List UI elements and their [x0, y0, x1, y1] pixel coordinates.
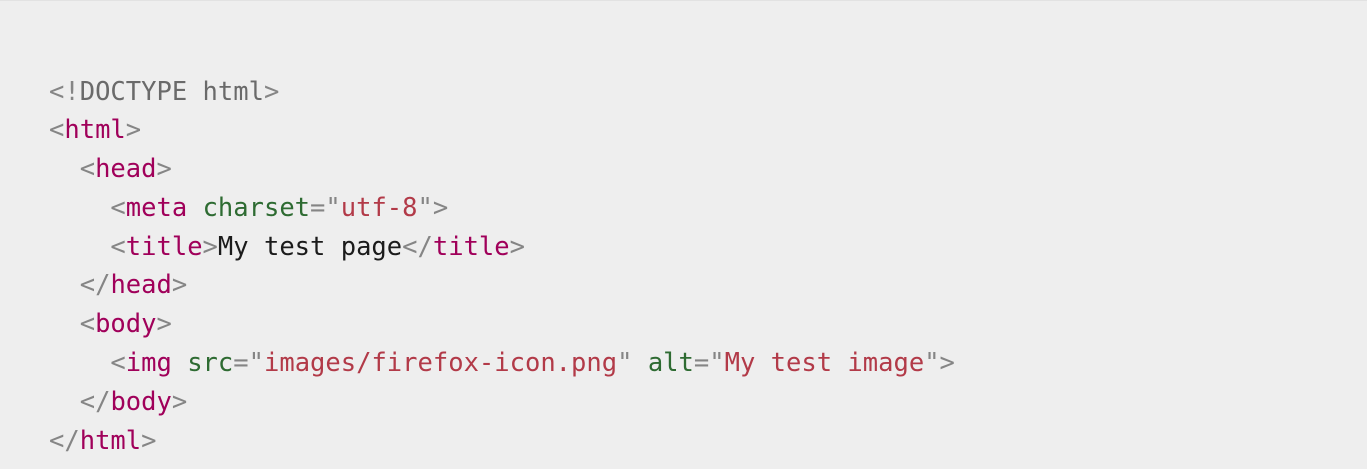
code-token-punct: < — [110, 192, 126, 223]
code-token-punct: > — [263, 76, 280, 107]
code-token-punct: < — [110, 348, 126, 379]
code-token-punct: " — [617, 348, 633, 379]
code-token-punct: > — [156, 309, 172, 340]
code-line: <img src="images/firefox-icon.png" alt="… — [49, 344, 955, 383]
code-line: <meta charset="utf-8"> — [49, 189, 955, 228]
code-token-attr: src — [187, 348, 234, 379]
code-line: </head> — [49, 266, 955, 305]
code-line: <html> — [49, 111, 955, 150]
code-token-punct: </ — [402, 231, 433, 262]
code-token-tag: body — [110, 386, 172, 417]
code-token-tag: head — [95, 154, 157, 185]
code-token-val: utf-8 — [340, 192, 418, 223]
code-token-punct: > — [509, 231, 525, 262]
code-token-punct: < — [49, 115, 65, 146]
code-token-tag: title — [432, 231, 510, 262]
code-token-punct: "> — [924, 348, 955, 379]
code-token-punct: > — [202, 231, 218, 262]
code-line: <head> — [49, 150, 955, 189]
code-token-attr: alt — [647, 348, 694, 379]
code-token-punct: </ — [79, 270, 111, 301]
code-block: <!DOCTYPE html> <html> <head> <meta chars… — [0, 0, 1367, 469]
code-line: <body> — [49, 305, 955, 344]
code-token-punct: > — [125, 115, 142, 146]
code-token-punct: < — [110, 231, 126, 262]
code-token-punct: > — [171, 386, 188, 417]
code-token-tag: html — [79, 425, 142, 456]
code-token-punct: > — [171, 270, 188, 301]
code-token-tag: head — [110, 270, 172, 301]
code-token-tag: html — [64, 115, 126, 146]
code-token-tag: meta — [125, 192, 188, 223]
code-token-val: My test image — [724, 348, 925, 379]
code-token-punct: < — [79, 309, 96, 340]
code-line: <!DOCTYPE html> — [49, 73, 955, 112]
code-token-tag: img — [125, 348, 172, 379]
code-line: </html> — [49, 422, 955, 461]
code-token-punct: > — [156, 154, 172, 185]
code-token-punct: "> — [417, 192, 449, 223]
code-token-text: My test page — [217, 231, 403, 262]
code-token-punct: < — [79, 154, 96, 185]
code-token-val: images/firefox-icon.png — [263, 348, 618, 379]
code-token-punct: </ — [79, 386, 111, 417]
code-token-punct: <! — [49, 76, 80, 107]
code-token-punct: </ — [49, 425, 80, 456]
code-token-tag: title — [125, 231, 203, 262]
html-code: <!DOCTYPE html> <html> <head> <meta chars… — [49, 73, 955, 461]
code-token-punct: > — [141, 425, 157, 456]
code-token-attr: charset — [202, 192, 311, 223]
code-token-punct: =" — [310, 192, 341, 223]
code-line: </body> — [49, 383, 955, 422]
code-token-punct: =" — [233, 348, 264, 379]
code-token-punct: =" — [693, 348, 725, 379]
code-line: <title>My test page</title> — [49, 228, 955, 267]
code-token-tag: body — [95, 309, 157, 340]
code-token-doctype: DOCTYPE html — [79, 76, 264, 107]
